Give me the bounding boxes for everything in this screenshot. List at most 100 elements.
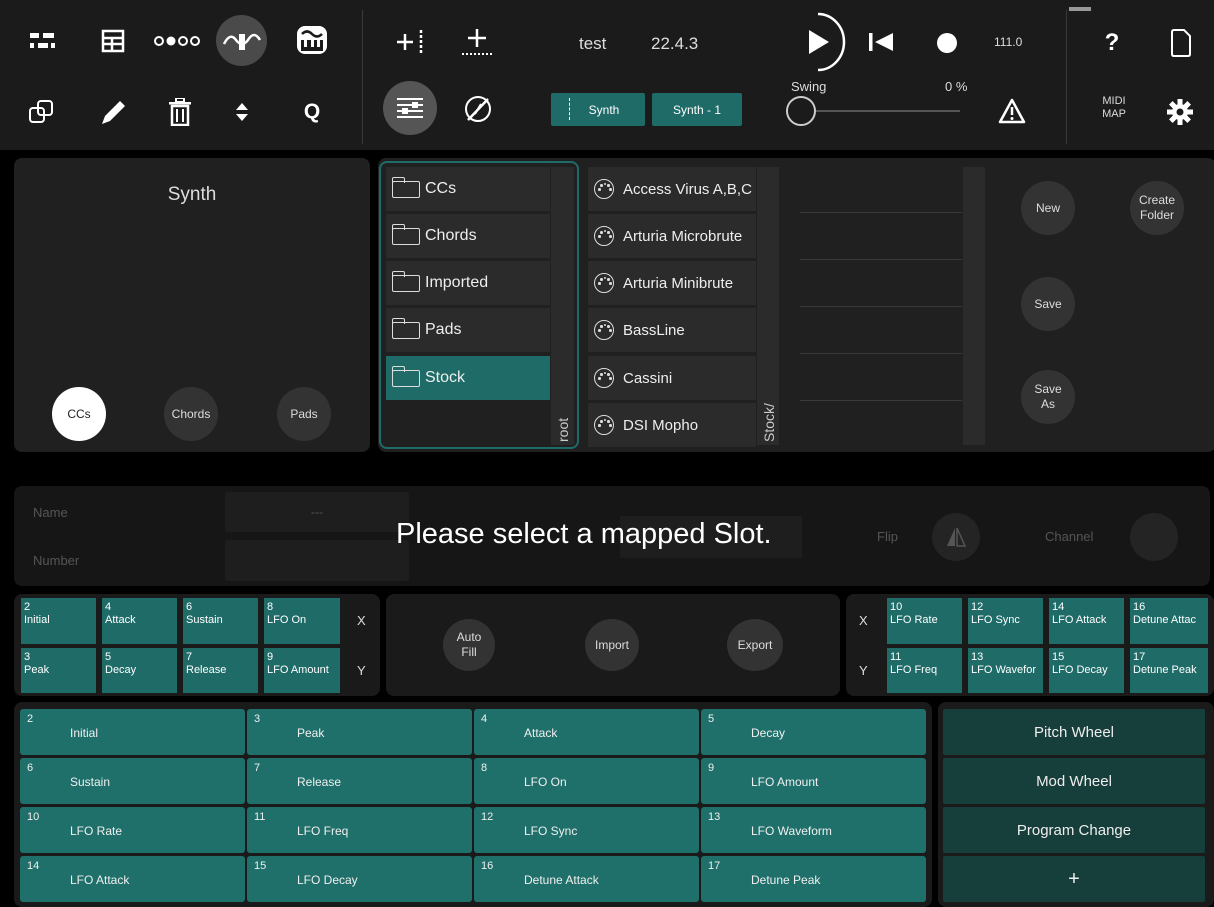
warning-icon[interactable] [996, 96, 1028, 126]
play-icon[interactable] [796, 10, 852, 74]
add-control-button[interactable]: + [943, 856, 1205, 902]
pad-slot[interactable]: 10 LFO Rate [20, 807, 245, 853]
root-scrollbar[interactable] [551, 167, 574, 445]
import-button[interactable]: Import [585, 619, 639, 671]
slot-label: Decay [105, 664, 137, 676]
pencil-icon[interactable] [96, 95, 130, 129]
track-chip[interactable]: Synth [551, 93, 645, 126]
pad-slot[interactable]: 2 Initial [20, 709, 245, 755]
drag-handle[interactable] [1069, 7, 1091, 11]
swing-slider-track[interactable] [800, 110, 960, 112]
automation-icon[interactable] [216, 15, 267, 66]
project-name[interactable]: test [579, 34, 606, 54]
rewind-icon[interactable] [866, 30, 896, 54]
mod-wheel-button[interactable]: Mod Wheel [943, 758, 1205, 804]
y-slot[interactable]: 3 Peak [21, 648, 96, 693]
folder-row-selected[interactable]: Stock [386, 356, 550, 400]
tab-ccs[interactable]: CCs [52, 387, 106, 441]
channel-knob[interactable] [1130, 513, 1178, 561]
folder-row[interactable]: Chords [386, 214, 550, 258]
x-slot[interactable]: 14 LFO Attack [1049, 598, 1124, 644]
export-button[interactable]: Export [727, 619, 783, 671]
pad-slot[interactable]: 17 Detune Peak [701, 856, 926, 902]
slot-label: LFO Freq [890, 664, 938, 676]
x-slot[interactable]: 10 LFO Rate [887, 598, 962, 644]
pad-slot[interactable]: 13 LFO Waveform [701, 807, 926, 853]
help-button[interactable]: ? [1100, 26, 1124, 60]
new-document-icon[interactable] [1168, 27, 1194, 59]
instrument-row[interactable]: Arturia Minibrute [588, 261, 756, 305]
pad-label: LFO Decay [297, 873, 358, 887]
settings-gear-icon[interactable] [1164, 96, 1196, 128]
pad-slot[interactable]: 11 LFO Freq [247, 807, 472, 853]
folder-icon [391, 176, 420, 198]
add-track-icon[interactable] [394, 28, 428, 56]
y-slot[interactable]: 5 Decay [102, 648, 177, 693]
x-slot[interactable]: 6 Sustain [183, 598, 258, 644]
keyboard-icon[interactable] [292, 22, 332, 58]
list-view-icon[interactable] [98, 26, 128, 56]
pad-slot[interactable]: 16 Detune Attack [474, 856, 699, 902]
swing-slider-handle[interactable] [786, 96, 816, 126]
x-slot[interactable]: 12 LFO Sync [968, 598, 1043, 644]
pad-slot[interactable]: 14 LFO Attack [20, 856, 245, 902]
pattern-chip[interactable]: Synth - 1 [652, 93, 742, 126]
instrument-row[interactable]: DSI Mopho [588, 403, 756, 447]
y-slot[interactable]: 13 LFO Wavefor [968, 648, 1043, 693]
quantize-button[interactable]: Q [298, 97, 326, 127]
x-slot[interactable]: 2 Initial [21, 598, 96, 644]
save-as-button[interactable]: Save As [1021, 370, 1075, 424]
pad-label: Peak [297, 726, 325, 740]
flip-icon[interactable] [932, 513, 980, 561]
arrange-view-icon[interactable] [26, 28, 60, 54]
pitch-wheel-button[interactable]: Pitch Wheel [943, 709, 1205, 755]
record-icon[interactable] [934, 31, 960, 55]
pad-slot[interactable]: 4 Attack [474, 709, 699, 755]
create-folder-button[interactable]: Create Folder [1130, 181, 1184, 235]
folder-row[interactable]: Imported [386, 261, 550, 305]
save-button[interactable]: Save [1021, 277, 1075, 331]
add-pattern-icon[interactable] [460, 26, 496, 58]
y-slot[interactable]: 9 LFO Amount [264, 648, 340, 693]
pad-slot[interactable]: 7 Release [247, 758, 472, 804]
tab-chords[interactable]: Chords [164, 387, 218, 441]
pad-slot[interactable]: 12 LFO Sync [474, 807, 699, 853]
folder-row[interactable]: Pads [386, 308, 550, 352]
pad-slot[interactable]: 5 Decay [701, 709, 926, 755]
x-slot[interactable]: 16 Detune Attac [1130, 598, 1208, 644]
instrument-label: Cassini [623, 369, 673, 387]
instrument-row[interactable]: Cassini [588, 356, 756, 400]
pad-slot[interactable]: 9 LFO Amount [701, 758, 926, 804]
x-slot[interactable]: 4 Attack [102, 598, 177, 644]
instrument-row[interactable]: Access Virus A,B,C [588, 167, 756, 211]
pad-slot[interactable]: 3 Peak [247, 709, 472, 755]
y-slot[interactable]: 15 LFO Decay [1049, 648, 1124, 693]
folder-row[interactable]: CCs [386, 167, 550, 211]
step-sequencer-icon[interactable] [152, 32, 202, 50]
new-button[interactable]: New [1021, 181, 1075, 235]
pad-slot[interactable]: 6 Sustain [20, 758, 245, 804]
tempo-display[interactable]: 111.0 [994, 36, 1022, 49]
y-slot[interactable]: 17 Detune Peak [1130, 648, 1208, 693]
tab-pads[interactable]: Pads [277, 387, 331, 441]
y-slot[interactable]: 11 LFO Freq [887, 648, 962, 693]
number-field[interactable] [225, 540, 409, 581]
sort-arrows-icon[interactable] [232, 100, 252, 124]
y-slot[interactable]: 7 Release [183, 648, 258, 693]
pad-slot[interactable]: 8 LFO On [474, 758, 699, 804]
midi-map-button[interactable]: MIDI MAP [1094, 95, 1134, 121]
name-field[interactable]: --- [225, 492, 409, 532]
instrument-row[interactable]: Arturia Microbrute [588, 214, 756, 258]
mixer-icon[interactable] [383, 81, 437, 135]
auto-fill-button[interactable]: Auto Fill [443, 619, 495, 671]
instrument-row[interactable]: BassLine [588, 308, 756, 352]
mute-pattern-icon[interactable] [462, 93, 494, 125]
duplicate-icon[interactable] [26, 96, 58, 128]
pad-slot[interactable]: 15 LFO Decay [247, 856, 472, 902]
program-change-button[interactable]: Program Change [943, 807, 1205, 853]
preset-scrollbar[interactable] [963, 167, 985, 445]
pad-number: 9 [708, 762, 715, 774]
x-slot[interactable]: 8 LFO On [264, 598, 340, 644]
trash-icon[interactable] [166, 96, 194, 128]
slot-label: Attack [105, 614, 136, 626]
